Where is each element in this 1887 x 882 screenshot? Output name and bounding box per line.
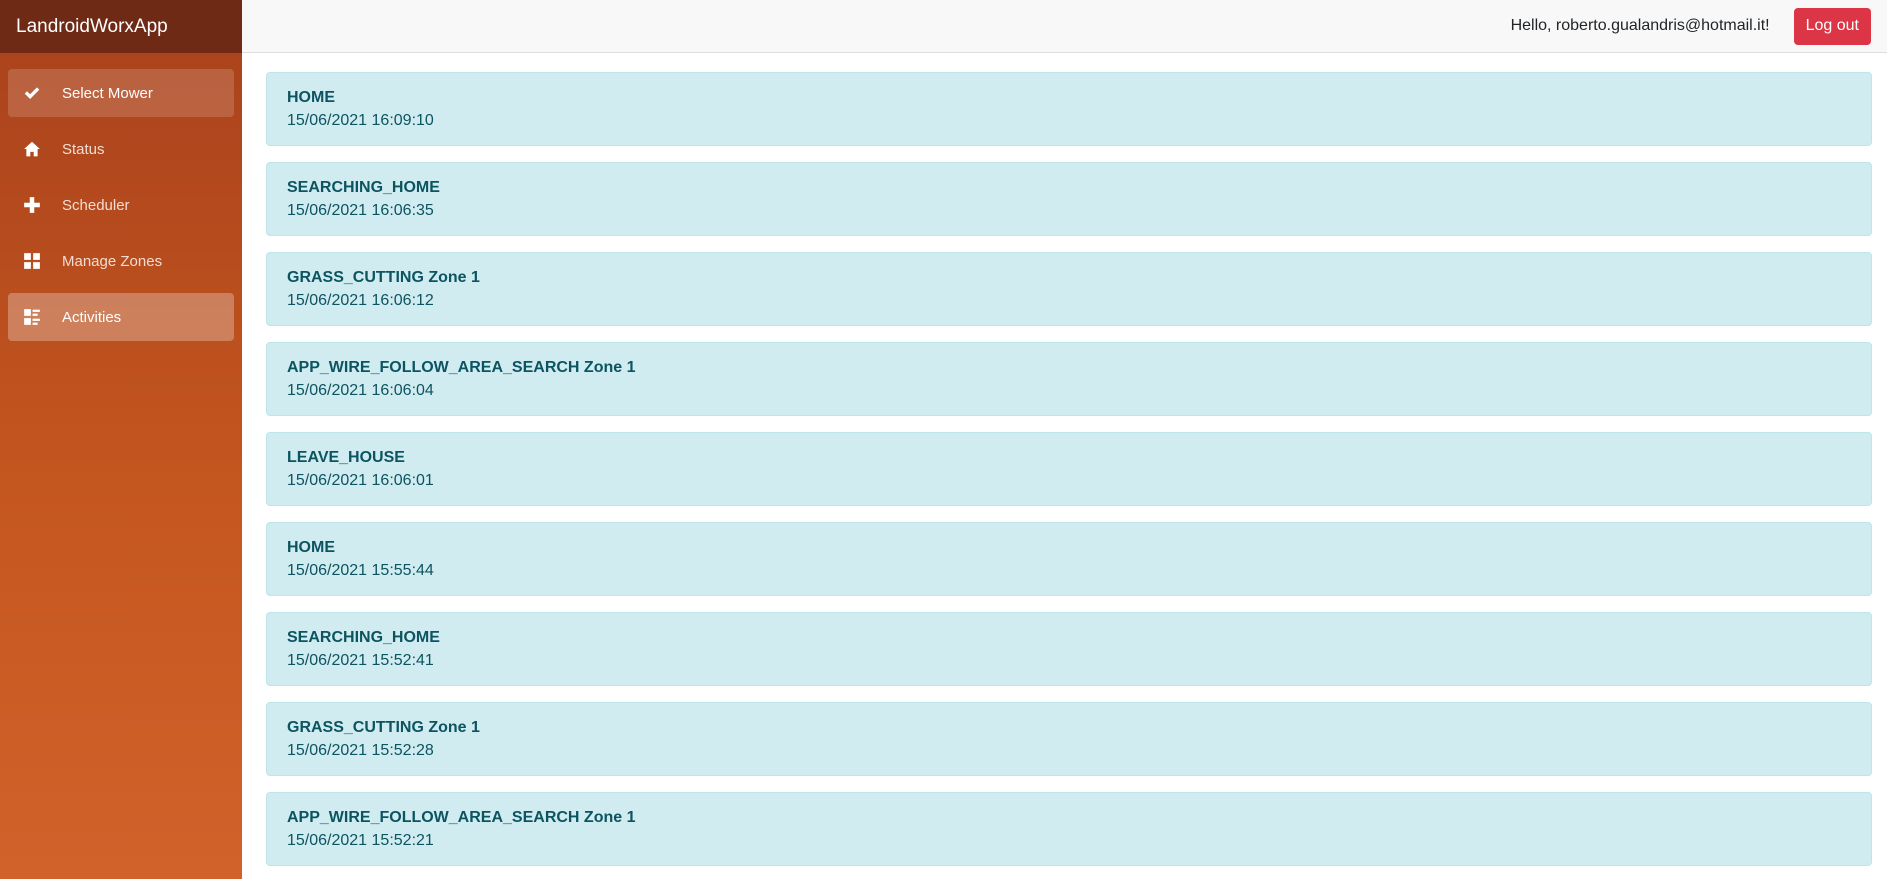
- activity-name: APP_WIRE_FOLLOW_AREA_SEARCH Zone 1: [287, 809, 636, 826]
- list-icon: [22, 307, 42, 327]
- activity-item: HOME 15/06/2021 16:09:10: [266, 72, 1872, 146]
- activity-name: LEAVE_HOUSE: [287, 449, 405, 466]
- activity-name: GRASS_CUTTING Zone 1: [287, 719, 480, 736]
- check-icon: [22, 83, 42, 103]
- activity-name: GRASS_CUTTING Zone 1: [287, 269, 480, 286]
- activity-time: 15/06/2021 15:52:28: [287, 742, 434, 759]
- activity-name: SEARCHING_HOME: [287, 179, 440, 196]
- activity-time: 15/06/2021 15:52:41: [287, 652, 434, 669]
- sidebar-item-select-mower[interactable]: Select Mower: [8, 69, 234, 117]
- activity-list: HOME 15/06/2021 16:09:10 SEARCHING_HOME …: [266, 72, 1872, 882]
- app-title: LandroidWorxApp: [16, 15, 168, 37]
- activity-name: SEARCHING_HOME: [287, 629, 440, 646]
- sidebar: LandroidWorxApp Select Mower Status Sche…: [0, 0, 242, 879]
- activity-name: HOME: [287, 539, 335, 556]
- activity-item: SEARCHING_HOME 15/06/2021 16:06:35: [266, 162, 1872, 236]
- user-greeting[interactable]: Hello, roberto.gualandris@hotmail.it!: [1511, 17, 1770, 35]
- sidebar-item-manage-zones[interactable]: Manage Zones: [8, 237, 234, 285]
- sidebar-item-activities[interactable]: Activities: [8, 293, 234, 341]
- top-bar: Hello, roberto.gualandris@hotmail.it! Lo…: [242, 0, 1887, 53]
- sidebar-nav: Select Mower Status Scheduler Manage Zon…: [0, 53, 242, 341]
- sidebar-item-status[interactable]: Status: [8, 125, 234, 173]
- activity-item: GRASS_CUTTING Zone 1 15/06/2021 16:06:12: [266, 252, 1872, 326]
- activity-item: APP_WIRE_FOLLOW_AREA_SEARCH Zone 1 15/06…: [266, 342, 1872, 416]
- plus-icon: [22, 195, 42, 215]
- sidebar-item-label: Scheduler: [62, 196, 130, 214]
- activity-time: 15/06/2021 16:09:10: [287, 112, 434, 129]
- activity-item: SEARCHING_HOME 15/06/2021 15:52:41: [266, 612, 1872, 686]
- app-brand[interactable]: LandroidWorxApp: [0, 0, 242, 53]
- activity-item: APP_WIRE_FOLLOW_AREA_SEARCH Zone 1 15/06…: [266, 792, 1872, 866]
- activity-time: 15/06/2021 16:06:35: [287, 202, 434, 219]
- sidebar-item-label: Status: [62, 140, 105, 158]
- activity-item: LEAVE_HOUSE 15/06/2021 16:06:01: [266, 432, 1872, 506]
- home-icon: [22, 139, 42, 159]
- logout-button[interactable]: Log out: [1793, 7, 1871, 45]
- activity-time: 15/06/2021 16:06:01: [287, 472, 434, 489]
- grid-icon: [22, 251, 42, 271]
- activity-time: 15/06/2021 16:06:04: [287, 382, 434, 399]
- sidebar-item-label: Manage Zones: [62, 252, 163, 270]
- activity-name: APP_WIRE_FOLLOW_AREA_SEARCH Zone 1: [287, 359, 636, 376]
- sidebar-item-scheduler[interactable]: Scheduler: [8, 181, 234, 229]
- sidebar-item-label: Activities: [62, 308, 122, 326]
- activity-time: 15/06/2021 15:55:44: [287, 562, 434, 579]
- activity-item: GRASS_CUTTING Zone 1 15/06/2021 15:52:28: [266, 702, 1872, 776]
- activity-item: HOME 15/06/2021 15:55:44: [266, 522, 1872, 596]
- activity-time: 15/06/2021 16:06:12: [287, 292, 434, 309]
- activity-time: 15/06/2021 15:52:21: [287, 832, 434, 849]
- activity-name: HOME: [287, 89, 335, 106]
- sidebar-item-label: Select Mower: [62, 84, 153, 102]
